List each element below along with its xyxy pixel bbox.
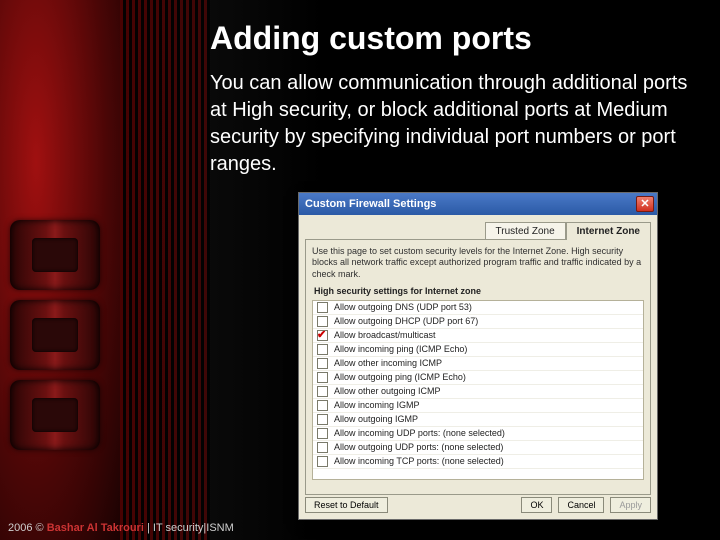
list-item[interactable]: Allow outgoing DNS (UDP port 53)	[313, 301, 643, 315]
checkbox-icon[interactable]	[317, 386, 328, 397]
list-item[interactable]: Allow outgoing IGMP	[313, 413, 643, 427]
slide-footer: 2006 © Bashar Al Takrouri | IT security|…	[8, 522, 234, 534]
lock-tumbler-3	[10, 380, 100, 450]
list-item-label: Allow other incoming ICMP	[334, 358, 442, 368]
reset-button[interactable]: Reset to Default	[305, 497, 388, 513]
list-item-label: Allow outgoing IGMP	[334, 414, 418, 424]
ok-button[interactable]: OK	[521, 497, 552, 513]
checkbox-icon[interactable]	[317, 400, 328, 411]
list-item[interactable]: Allow outgoing UDP ports: (none selected…	[313, 441, 643, 455]
dialog-tab-panel: Use this page to set custom security lev…	[305, 239, 651, 495]
firewall-dialog: Custom Firewall Settings ✕ Trusted Zone …	[298, 192, 658, 520]
footer-year: 2006 ©	[8, 522, 44, 534]
list-item-label: Allow broadcast/multicast	[334, 330, 436, 340]
list-item-label: Allow outgoing DNS (UDP port 53)	[334, 302, 472, 312]
checkbox-icon[interactable]	[317, 428, 328, 439]
footer-sep: |	[147, 522, 150, 534]
list-item[interactable]: Allow incoming TCP ports: (none selected…	[313, 455, 643, 469]
tab-trusted-zone[interactable]: Trusted Zone	[485, 222, 566, 240]
footer-org: IT security|ISNM	[153, 522, 234, 534]
list-item[interactable]: Allow other incoming ICMP	[313, 357, 643, 371]
list-item[interactable]: Allow incoming UDP ports: (none selected…	[313, 427, 643, 441]
list-item-label: Allow incoming UDP ports: (none selected…	[334, 428, 505, 438]
cancel-button[interactable]: Cancel	[558, 497, 604, 513]
list-item-label: Allow outgoing ping (ICMP Echo)	[334, 372, 466, 382]
checkbox-icon[interactable]	[317, 302, 328, 313]
lock-tumbler-2	[10, 300, 100, 370]
close-button[interactable]: ✕	[636, 196, 654, 212]
dialog-group-label: High security settings for Internet zone	[314, 286, 644, 296]
checkbox-icon[interactable]	[317, 358, 328, 369]
left-decor-panel	[0, 0, 120, 540]
slide-title: Adding custom ports	[210, 20, 700, 57]
apply-button[interactable]: Apply	[610, 497, 651, 513]
checkbox-icon[interactable]	[317, 316, 328, 327]
dialog-description: Use this page to set custom security lev…	[312, 246, 644, 280]
close-icon: ✕	[640, 199, 649, 210]
lock-tumbler-1	[10, 220, 100, 290]
checkbox-icon[interactable]	[317, 414, 328, 425]
list-item[interactable]: Allow outgoing DHCP (UDP port 67)	[313, 315, 643, 329]
dialog-tabs: Trusted Zone Internet Zone	[305, 221, 651, 239]
dialog-titlebar[interactable]: Custom Firewall Settings ✕	[299, 193, 657, 215]
list-item-label: Allow incoming TCP ports: (none selected…	[334, 456, 504, 466]
list-item-label: Allow incoming IGMP	[334, 400, 420, 410]
list-item[interactable]: Allow broadcast/multicast	[313, 329, 643, 343]
footer-author: Bashar Al Takrouri	[47, 522, 144, 534]
tab-internet-zone[interactable]: Internet Zone	[566, 222, 651, 240]
list-item-label: Allow incoming ping (ICMP Echo)	[334, 344, 467, 354]
checkbox-icon[interactable]	[317, 372, 328, 383]
list-item-label: Allow other outgoing ICMP	[334, 386, 441, 396]
list-item-label: Allow outgoing DHCP (UDP port 67)	[334, 316, 478, 326]
list-item[interactable]: Allow other outgoing ICMP	[313, 385, 643, 399]
dialog-button-row: Reset to Default OK Cancel Apply	[305, 497, 651, 513]
slide-body: You can allow communication through addi…	[210, 70, 690, 178]
checkbox-icon[interactable]	[317, 344, 328, 355]
checkbox-icon[interactable]	[317, 456, 328, 467]
list-item[interactable]: Allow incoming IGMP	[313, 399, 643, 413]
list-item-label: Allow outgoing UDP ports: (none selected…	[334, 442, 503, 452]
checkbox-icon[interactable]	[317, 442, 328, 453]
dialog-title: Custom Firewall Settings	[305, 198, 436, 210]
list-item[interactable]: Allow incoming ping (ICMP Echo)	[313, 343, 643, 357]
settings-list[interactable]: Allow outgoing DNS (UDP port 53) Allow o…	[312, 300, 644, 480]
decor-stripes	[120, 0, 210, 540]
list-item[interactable]: Allow outgoing ping (ICMP Echo)	[313, 371, 643, 385]
slide: Adding custom ports You can allow commun…	[0, 0, 720, 540]
checkbox-icon[interactable]	[317, 330, 328, 341]
